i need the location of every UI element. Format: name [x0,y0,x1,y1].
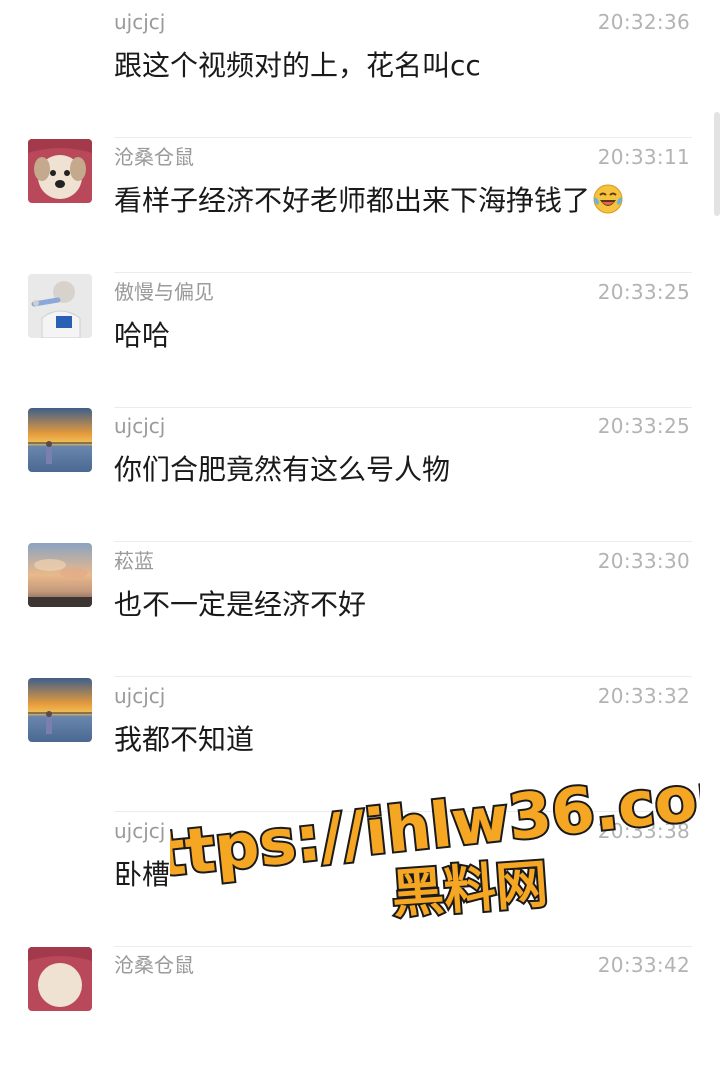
sender-name[interactable]: 菘蓝 [114,549,154,573]
avatar[interactable] [28,139,92,203]
divider [114,272,692,273]
person-avatar-icon [28,274,92,338]
sender-name[interactable]: 沧桑仓鼠 [114,953,194,977]
message-time: 20:33:38 [597,819,690,843]
message-text-content: 看样子经济不好老师都出来下海挣钱了 [114,184,591,217]
list-item[interactable]: ujcjcj 20:33:38 卧槽 [0,813,720,947]
list-item[interactable]: 沧桑仓鼠 20:33:42 [0,947,720,1081]
sender-name[interactable]: ujcjcj [114,684,165,708]
message-time: 20:32:36 [597,10,690,34]
list-item[interactable]: 菘蓝 20:33:30 也不一定是经济不好 [0,543,720,677]
message-time: 20:33:42 [597,953,690,977]
divider [114,541,692,542]
sunset-avatar-icon [28,408,92,472]
avatar[interactable] [28,947,92,1011]
list-item[interactable]: 沧桑仓鼠 20:33:11 看样子经济不好老师都出来下海挣钱了 [0,139,720,273]
dog-avatar-icon [28,139,92,203]
message-time: 20:33:11 [597,145,690,169]
sender-name[interactable]: ujcjcj [114,414,165,438]
message-time: 20:33:32 [597,684,690,708]
sender-name[interactable]: ujcjcj [114,10,165,34]
message-text[interactable]: 跟这个视频对的上，花名叫cc [114,46,481,86]
avatar[interactable] [28,678,92,742]
message-text[interactable]: 也不一定是经济不好 [114,585,366,625]
divider [114,811,692,812]
laughing-crying-face-icon [593,184,623,214]
divider [114,676,692,677]
list-item[interactable]: 傲慢与偏见 20:33:25 哈哈 [0,274,720,408]
scrollbar[interactable] [714,112,720,216]
message-time: 20:33:25 [597,280,690,304]
avatar[interactable] [28,408,92,472]
message-text[interactable]: 哈哈 [114,316,170,356]
dog-avatar-icon [28,947,92,1011]
message-text[interactable]: 我都不知道 [114,720,254,760]
sender-name[interactable]: 沧桑仓鼠 [114,145,194,169]
message-text[interactable]: 卧槽 [114,855,170,895]
sender-name[interactable]: ujcjcj [114,819,165,843]
message-text[interactable]: 看样子经济不好老师都出来下海挣钱了 [114,181,624,221]
sender-name[interactable]: 傲慢与偏见 [114,280,214,304]
message-text[interactable]: 你们合肥竟然有这么号人物 [114,450,450,490]
chat-message-list[interactable]: ujcjcj 20:32:36 跟这个视频对的上，花名叫cc 沧桑仓鼠 20:3… [0,0,720,1011]
divider [114,137,692,138]
avatar[interactable] [28,274,92,338]
sky-avatar-icon [28,543,92,607]
avatar[interactable] [28,543,92,607]
list-item[interactable]: ujcjcj 20:32:36 跟这个视频对的上，花名叫cc [0,4,720,138]
message-time: 20:33:25 [597,414,690,438]
message-time: 20:33:30 [597,549,690,573]
list-item[interactable]: ujcjcj 20:33:25 你们合肥竟然有这么号人物 [0,408,720,542]
list-item[interactable]: ujcjcj 20:33:32 我都不知道 [0,678,720,812]
sunset-avatar-icon [28,678,92,742]
